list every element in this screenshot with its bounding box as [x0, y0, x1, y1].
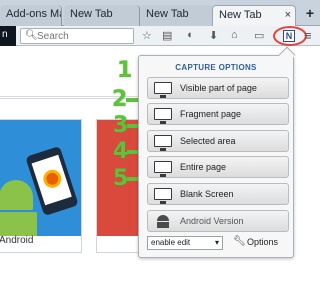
android-version-label: Android Version [180, 216, 244, 226]
tile-caption: Android [0, 235, 34, 246]
wrench-icon[interactable]: 🔧︎ [233, 236, 246, 247]
tab-addons-manager[interactable]: Add-ons Ma [0, 5, 62, 26]
capture-fragment-button[interactable]: Fragment page [147, 103, 289, 125]
tab-label: New Tab [70, 8, 113, 20]
capture-fragment-label: Fragment page [180, 109, 242, 119]
tab-new-tab-2[interactable]: New Tab [140, 5, 212, 26]
android-robot-icon [0, 180, 33, 210]
android-robot-body [0, 212, 37, 236]
android-icon [157, 215, 169, 228]
capture-blank-button[interactable]: Blank Screen [147, 183, 289, 205]
search-bar[interactable]: 🔍︎ [20, 28, 134, 44]
search-input[interactable] [37, 30, 129, 42]
pocket-icon[interactable]: ◖ [186, 29, 193, 41]
partial-tooltip: n [0, 26, 16, 46]
android-version-button[interactable]: Android Version [147, 210, 289, 232]
capture-entire-button[interactable]: Entire page [147, 156, 289, 178]
capture-selected-button[interactable]: Selected area [147, 130, 289, 152]
home-icon[interactable]: ⌂ [231, 29, 238, 41]
chevron-down-icon: ▾ [214, 238, 219, 247]
monitor-icon [154, 108, 172, 124]
android-tile[interactable]: Android [0, 119, 82, 253]
options-link[interactable]: Options [247, 237, 278, 247]
tab-label: Add-ons Ma [6, 8, 62, 20]
nav-toolbar: n 🔍︎ ☆ ▤ ◖ ⬇ ⌂ ▭ N ≡ [0, 26, 320, 46]
capture-blank-label: Blank Screen [180, 189, 234, 199]
screenshot-extension-icon[interactable]: N [283, 30, 295, 42]
monitor-icon [154, 161, 172, 177]
search-icon: 🔍︎ [25, 30, 38, 41]
monitor-icon [154, 188, 172, 204]
tab-new-tab-1[interactable]: New Tab [64, 5, 140, 26]
capture-visible-label: Visible part of page [180, 83, 257, 93]
annotation-number-1: 1 [117, 58, 133, 83]
sidebar-icon[interactable]: ▭ [254, 29, 264, 42]
hamburger-menu-icon[interactable]: ≡ [304, 28, 312, 43]
capture-options-panel: CAPTURE OPTIONS Visible part of page Fra… [138, 46, 296, 258]
tab-strip: Add-ons Ma New Tab New Tab New Tab × + [0, 0, 320, 26]
tab-label: New Tab [219, 9, 262, 21]
tab-label: New Tab [146, 8, 189, 20]
new-tab-button[interactable]: + [306, 5, 314, 21]
panel-title: CAPTURE OPTIONS [175, 63, 257, 72]
capture-visible-button[interactable]: Visible part of page [147, 77, 289, 99]
close-tab-icon[interactable]: × [285, 9, 291, 21]
downloads-icon[interactable]: ⬇ [209, 29, 218, 42]
tab-new-tab-active[interactable]: New Tab × [212, 5, 296, 26]
firefox-logo-icon [40, 167, 64, 191]
edit-mode-value: enable edit [151, 238, 191, 247]
capture-entire-label: Entire page [180, 162, 227, 172]
phone-icon [25, 145, 79, 217]
edit-mode-select[interactable]: enable edit ▾ [147, 236, 223, 250]
monitor-icon [154, 82, 172, 98]
monitor-icon [154, 135, 172, 151]
capture-selected-label: Selected area [180, 136, 236, 146]
reading-list-icon[interactable]: ▤ [162, 29, 172, 42]
panel-footer: enable edit ▾ 🔧︎ Options [147, 236, 289, 252]
bookmark-star-icon[interactable]: ☆ [142, 29, 152, 42]
android-tile-image [0, 120, 81, 236]
